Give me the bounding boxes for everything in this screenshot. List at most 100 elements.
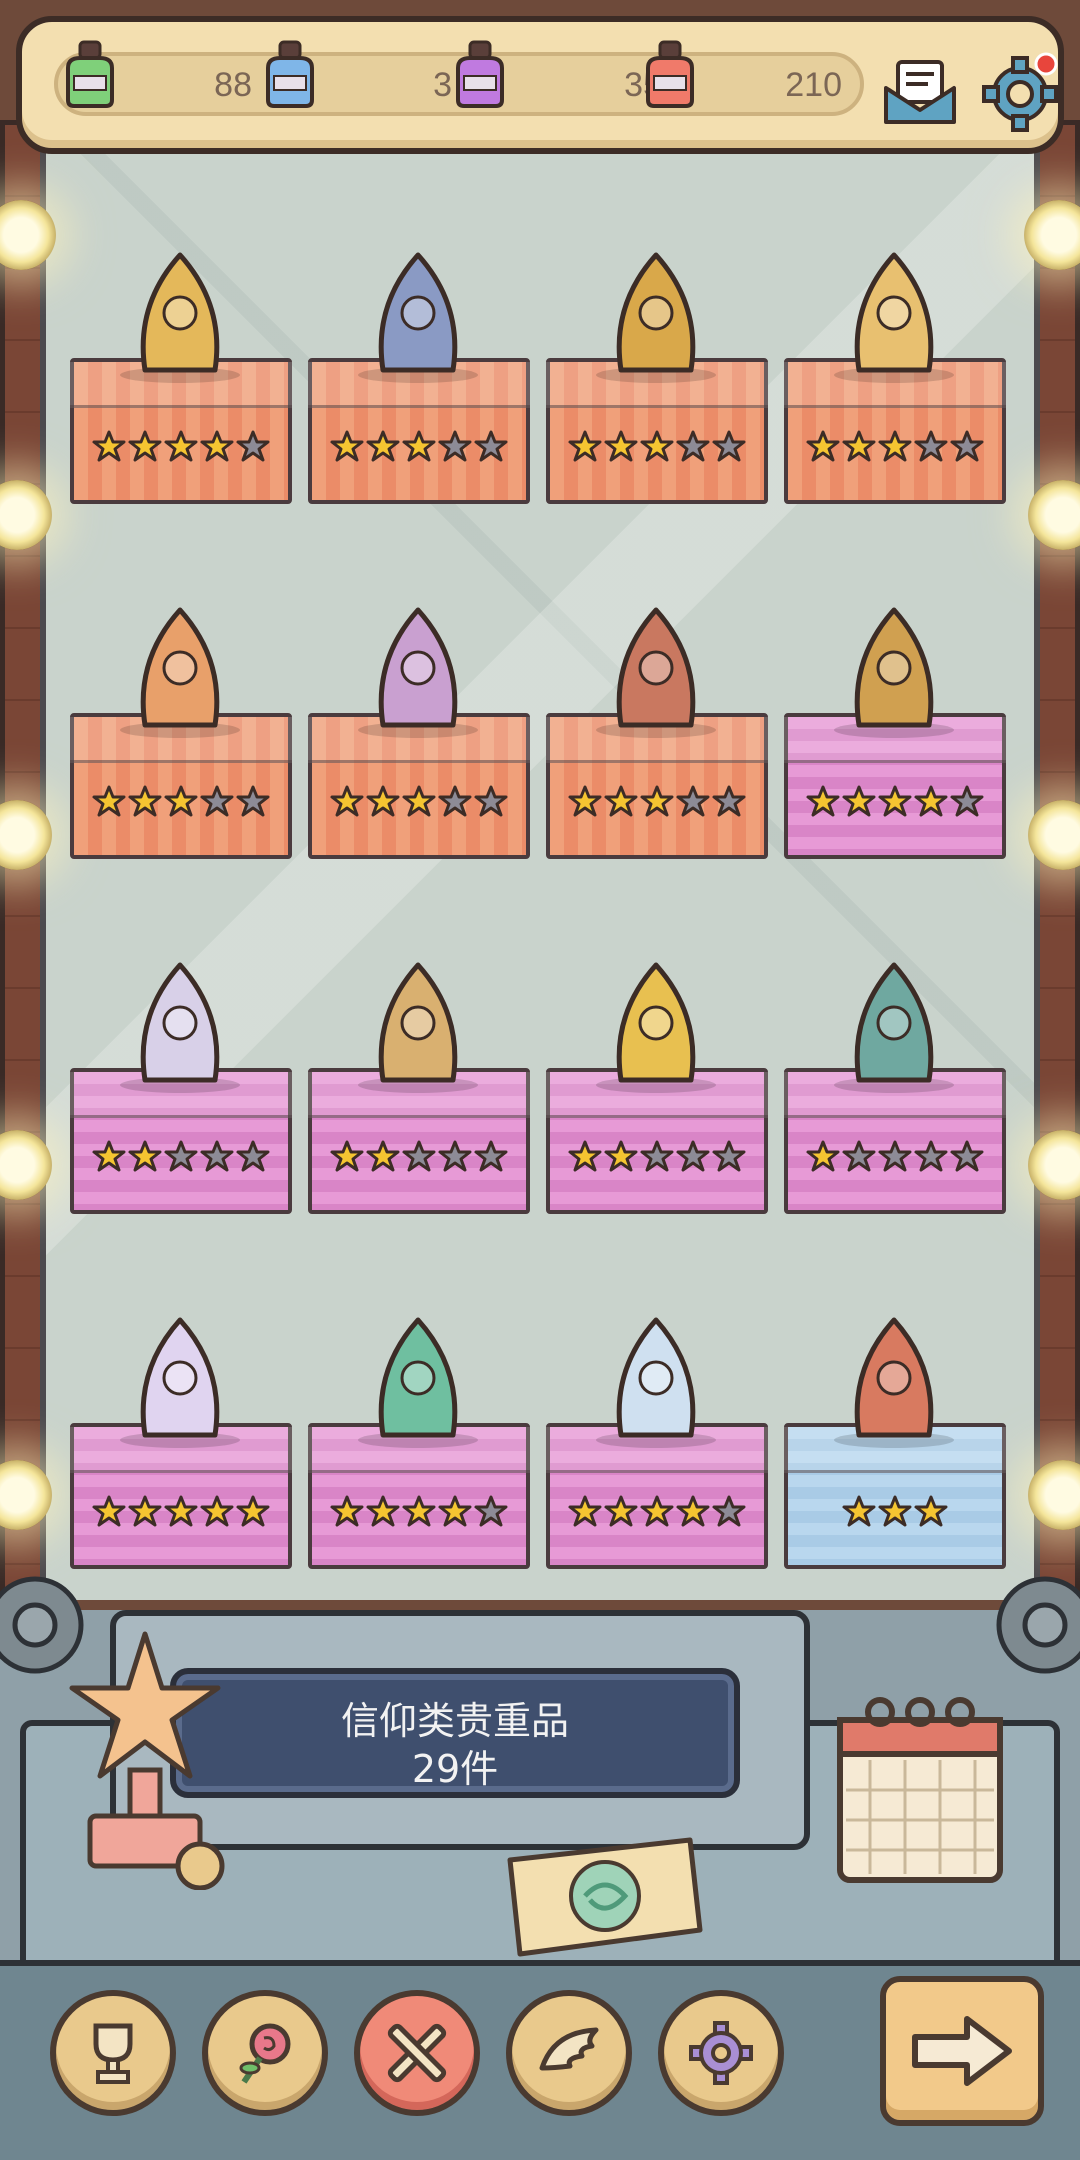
star-filled-icon bbox=[676, 1495, 710, 1527]
star-filled-icon bbox=[568, 430, 602, 462]
next-button[interactable] bbox=[880, 1976, 1044, 2126]
star-empty-icon bbox=[712, 785, 746, 817]
star-filled-icon bbox=[330, 785, 364, 817]
star-empty-icon bbox=[236, 1140, 270, 1172]
shelf-row bbox=[70, 230, 1010, 504]
star-empty-icon bbox=[474, 785, 508, 817]
crossed-tools-icon bbox=[387, 2023, 447, 2083]
star-filled-icon bbox=[640, 1495, 674, 1527]
star-empty-icon bbox=[676, 1140, 710, 1172]
star-filled-icon bbox=[878, 1495, 912, 1527]
resource-value: 88 bbox=[214, 66, 252, 104]
star-rating bbox=[312, 1140, 526, 1174]
star-rating bbox=[74, 430, 288, 464]
star-filled-icon bbox=[366, 1495, 400, 1527]
star-filled-icon bbox=[604, 1140, 638, 1172]
star-filled-icon bbox=[164, 1495, 198, 1527]
glass-case-relic-icon bbox=[338, 1295, 498, 1455]
collection-plate: 信仰类贵重品 29件 bbox=[170, 1668, 740, 1798]
star-filled-icon bbox=[914, 1495, 948, 1527]
bearded-man-bust-icon bbox=[338, 230, 498, 390]
star-empty-icon bbox=[640, 1140, 674, 1172]
star-filled-icon bbox=[128, 430, 162, 462]
nav-tools-button[interactable] bbox=[354, 1990, 480, 2116]
star-empty-icon bbox=[914, 430, 948, 462]
star-empty-icon bbox=[712, 1495, 746, 1527]
star-empty-icon bbox=[438, 430, 472, 462]
star-filled-icon bbox=[200, 430, 234, 462]
rose-icon bbox=[239, 2023, 291, 2084]
star-rating bbox=[74, 1140, 288, 1174]
star-empty-icon bbox=[474, 1495, 508, 1527]
star-filled-icon bbox=[842, 430, 876, 462]
nav-cog-button[interactable] bbox=[658, 1990, 784, 2116]
star-empty-icon bbox=[676, 785, 710, 817]
nav-wing-button[interactable] bbox=[506, 1990, 632, 2116]
star-filled-icon bbox=[568, 1140, 602, 1172]
star-filled-icon bbox=[806, 1140, 840, 1172]
gear-icon[interactable] bbox=[980, 52, 1060, 132]
star-filled-icon bbox=[402, 430, 436, 462]
star-rating bbox=[312, 430, 526, 464]
notification-badge bbox=[1034, 52, 1058, 76]
star-filled-icon bbox=[878, 785, 912, 817]
resource-bar: 88 3 35 210 bbox=[16, 16, 1064, 154]
star-filled-icon bbox=[402, 785, 436, 817]
shelf-row bbox=[70, 1295, 1010, 1569]
collection-title: 信仰类贵重品 bbox=[340, 1699, 569, 1743]
star-empty-icon bbox=[712, 430, 746, 462]
nav-trophy-button[interactable] bbox=[50, 1990, 176, 2116]
purple-ink-bottle-icon bbox=[456, 40, 504, 108]
star-filled-icon bbox=[842, 1495, 876, 1527]
star-filled-icon bbox=[366, 785, 400, 817]
star-rating bbox=[74, 785, 288, 819]
blue-ink-bottle-icon bbox=[266, 40, 314, 108]
calendar-icon[interactable] bbox=[830, 1690, 1010, 1890]
green-eye-amulet-icon bbox=[576, 230, 736, 390]
star-rating bbox=[550, 1495, 764, 1529]
resource-green: 88 bbox=[62, 40, 262, 116]
star-filled-icon bbox=[604, 430, 638, 462]
nav-rose-button[interactable] bbox=[202, 1990, 328, 2116]
star-empty-icon bbox=[236, 785, 270, 817]
star-empty-icon bbox=[474, 430, 508, 462]
star-empty-icon bbox=[914, 1140, 948, 1172]
resource-value: 35 bbox=[624, 66, 662, 104]
feather-quill-icon bbox=[100, 585, 260, 745]
star-filled-icon bbox=[236, 1495, 270, 1527]
map-scroll-icon[interactable] bbox=[500, 1830, 710, 1960]
star-filled-icon bbox=[92, 1140, 126, 1172]
star-rating bbox=[788, 785, 1002, 819]
star-filled-icon bbox=[878, 430, 912, 462]
cog-icon bbox=[689, 2021, 753, 2085]
star-filled-icon bbox=[164, 430, 198, 462]
star-rating bbox=[550, 785, 764, 819]
star-filled-icon bbox=[128, 785, 162, 817]
star-trophy-icon[interactable] bbox=[60, 1630, 230, 1890]
resource-value: 210 bbox=[785, 66, 842, 104]
star-filled-icon bbox=[640, 430, 674, 462]
golden-finger-statue-icon bbox=[100, 230, 260, 390]
cog-decoration-icon bbox=[996, 1576, 1080, 1674]
trophy-cup-icon bbox=[93, 2023, 133, 2084]
mail-icon[interactable] bbox=[882, 58, 958, 128]
resource-red: 210 bbox=[642, 40, 842, 116]
horse-chariot-icon bbox=[576, 585, 736, 745]
star-filled-icon bbox=[366, 1140, 400, 1172]
shelf-row bbox=[70, 940, 1010, 1214]
star-rating bbox=[550, 1140, 764, 1174]
star-filled-icon bbox=[128, 1495, 162, 1527]
potion-bottle-icon bbox=[576, 1295, 736, 1455]
star-empty-icon bbox=[200, 1140, 234, 1172]
star-empty-icon bbox=[712, 1140, 746, 1172]
star-filled-icon bbox=[92, 785, 126, 817]
star-filled-icon bbox=[568, 785, 602, 817]
wrapped-relic-icon bbox=[100, 1295, 260, 1455]
star-filled-icon bbox=[604, 1495, 638, 1527]
spinning-wheel-icon bbox=[814, 585, 974, 745]
star-empty-icon bbox=[438, 785, 472, 817]
star-empty-icon bbox=[164, 1140, 198, 1172]
resource-blue: 3 bbox=[262, 40, 462, 116]
star-filled-icon bbox=[604, 785, 638, 817]
star-rating bbox=[312, 1495, 526, 1529]
